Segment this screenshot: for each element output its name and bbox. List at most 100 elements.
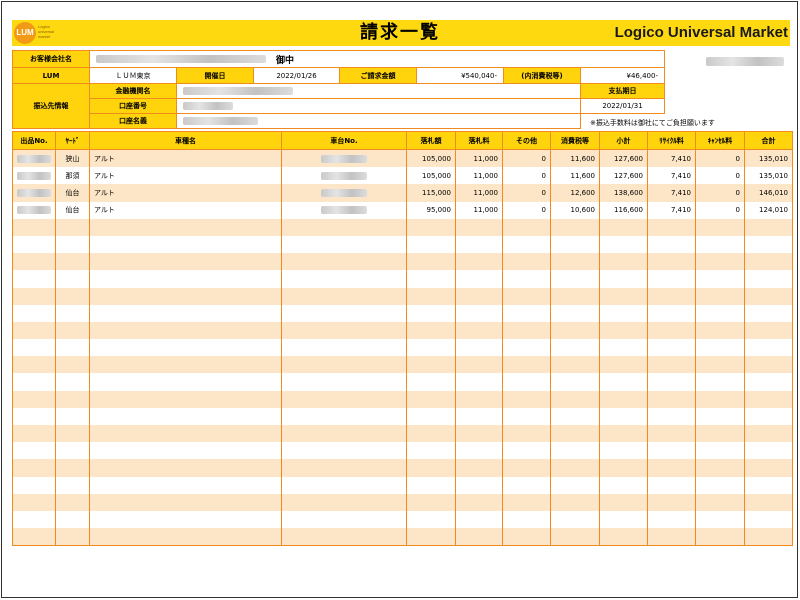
table-cell bbox=[599, 442, 648, 460]
table-cell bbox=[12, 304, 56, 322]
table-header-row: 出品No. ﾔｰﾄﾞ 車種名 車台No. 落札額 落札料 その他 消費税等 小計… bbox=[12, 131, 793, 150]
table-cell bbox=[455, 287, 503, 305]
table-cell bbox=[647, 528, 696, 547]
table-cell bbox=[406, 356, 456, 374]
table-cell bbox=[12, 235, 56, 254]
table-cell bbox=[281, 167, 407, 185]
table-row bbox=[12, 510, 793, 529]
table-cell bbox=[550, 356, 600, 374]
table-cell: 11,600 bbox=[550, 167, 600, 185]
table-cell bbox=[89, 510, 282, 529]
table-cell bbox=[455, 304, 503, 322]
table-cell bbox=[89, 253, 282, 271]
table-cell: 10,600 bbox=[550, 201, 600, 219]
table-cell bbox=[695, 356, 745, 374]
table-cell bbox=[406, 287, 456, 305]
table-cell bbox=[599, 493, 648, 511]
table-cell bbox=[744, 528, 793, 547]
tax-label: (内消費税等) bbox=[503, 67, 581, 84]
table-cell bbox=[281, 339, 407, 357]
customer-label: お客様会社名 bbox=[12, 50, 90, 68]
table-cell bbox=[550, 476, 600, 494]
account-name-label: 口座名義 bbox=[89, 113, 177, 129]
table-cell: 11,000 bbox=[455, 167, 503, 185]
redacted-text bbox=[17, 206, 51, 215]
table-cell bbox=[406, 321, 456, 340]
amount-label: ご請求金額 bbox=[339, 67, 417, 84]
table-cell bbox=[502, 321, 551, 340]
table-cell: 0 bbox=[695, 149, 745, 168]
table-cell bbox=[502, 304, 551, 322]
table-cell bbox=[695, 390, 745, 408]
table-cell bbox=[89, 442, 282, 460]
table-cell bbox=[502, 528, 551, 547]
table-cell: 0 bbox=[502, 167, 551, 185]
table-cell bbox=[744, 407, 793, 425]
table-cell: 0 bbox=[502, 149, 551, 168]
table-cell bbox=[695, 339, 745, 357]
table-cell bbox=[744, 356, 793, 374]
table-cell bbox=[12, 407, 56, 425]
table-cell: 11,000 bbox=[455, 201, 503, 219]
table-cell bbox=[695, 321, 745, 340]
table-cell bbox=[599, 304, 648, 322]
table-cell bbox=[695, 510, 745, 529]
table-cell bbox=[12, 253, 56, 271]
table-cell bbox=[89, 321, 282, 340]
table-cell bbox=[55, 253, 90, 271]
table-cell bbox=[550, 270, 600, 288]
lum-label: LUM bbox=[12, 67, 90, 84]
table-cell bbox=[281, 390, 407, 408]
table-cell bbox=[599, 373, 648, 391]
table-cell bbox=[502, 235, 551, 254]
table-cell bbox=[406, 459, 456, 477]
table-cell bbox=[744, 235, 793, 254]
table-cell bbox=[89, 356, 282, 374]
redacted-text bbox=[321, 171, 367, 180]
table-row: 仙台 アルト 95,000 11,000 0 10,600 116,600 7,410 0 124… bbox=[12, 201, 793, 219]
col-header: 出品No. bbox=[12, 131, 56, 150]
table-cell bbox=[599, 253, 648, 271]
table-cell bbox=[89, 425, 282, 443]
table-cell bbox=[89, 407, 282, 425]
table-cell bbox=[281, 373, 407, 391]
table-row: 那須 アルト 105,000 11,000 0 11,600 127,600 7,410 0 13… bbox=[12, 167, 793, 185]
table-cell bbox=[406, 425, 456, 443]
table-cell bbox=[55, 321, 90, 340]
table-cell: 135,010 bbox=[744, 149, 793, 168]
redacted-text bbox=[321, 188, 367, 197]
table-cell bbox=[12, 425, 56, 443]
table-cell bbox=[550, 339, 600, 357]
table-cell bbox=[455, 270, 503, 288]
table-cell bbox=[744, 390, 793, 408]
due-label: 支払期日 bbox=[580, 83, 665, 99]
table-cell bbox=[406, 304, 456, 322]
redacted-text bbox=[321, 206, 367, 215]
table-cell bbox=[12, 287, 56, 305]
table-cell bbox=[502, 270, 551, 288]
table-cell: 仙台 bbox=[55, 201, 90, 219]
table-cell bbox=[12, 510, 56, 529]
table-cell bbox=[281, 218, 407, 236]
table-cell bbox=[599, 339, 648, 357]
table-cell bbox=[281, 528, 407, 547]
table-cell: 0 bbox=[502, 184, 551, 202]
table-cell bbox=[647, 510, 696, 529]
table-cell bbox=[599, 270, 648, 288]
table-cell bbox=[281, 287, 407, 305]
table-cell bbox=[502, 287, 551, 305]
table-cell bbox=[89, 373, 282, 391]
table-cell bbox=[55, 373, 90, 391]
table-cell bbox=[55, 339, 90, 357]
table-cell bbox=[599, 235, 648, 254]
table-cell bbox=[744, 304, 793, 322]
table-cell bbox=[550, 459, 600, 477]
table-cell bbox=[695, 218, 745, 236]
table-cell bbox=[281, 149, 407, 168]
table-cell bbox=[55, 425, 90, 443]
table-cell bbox=[502, 407, 551, 425]
table-cell bbox=[550, 510, 600, 529]
table-cell: 0 bbox=[695, 201, 745, 219]
table-cell bbox=[406, 270, 456, 288]
table-cell bbox=[550, 373, 600, 391]
